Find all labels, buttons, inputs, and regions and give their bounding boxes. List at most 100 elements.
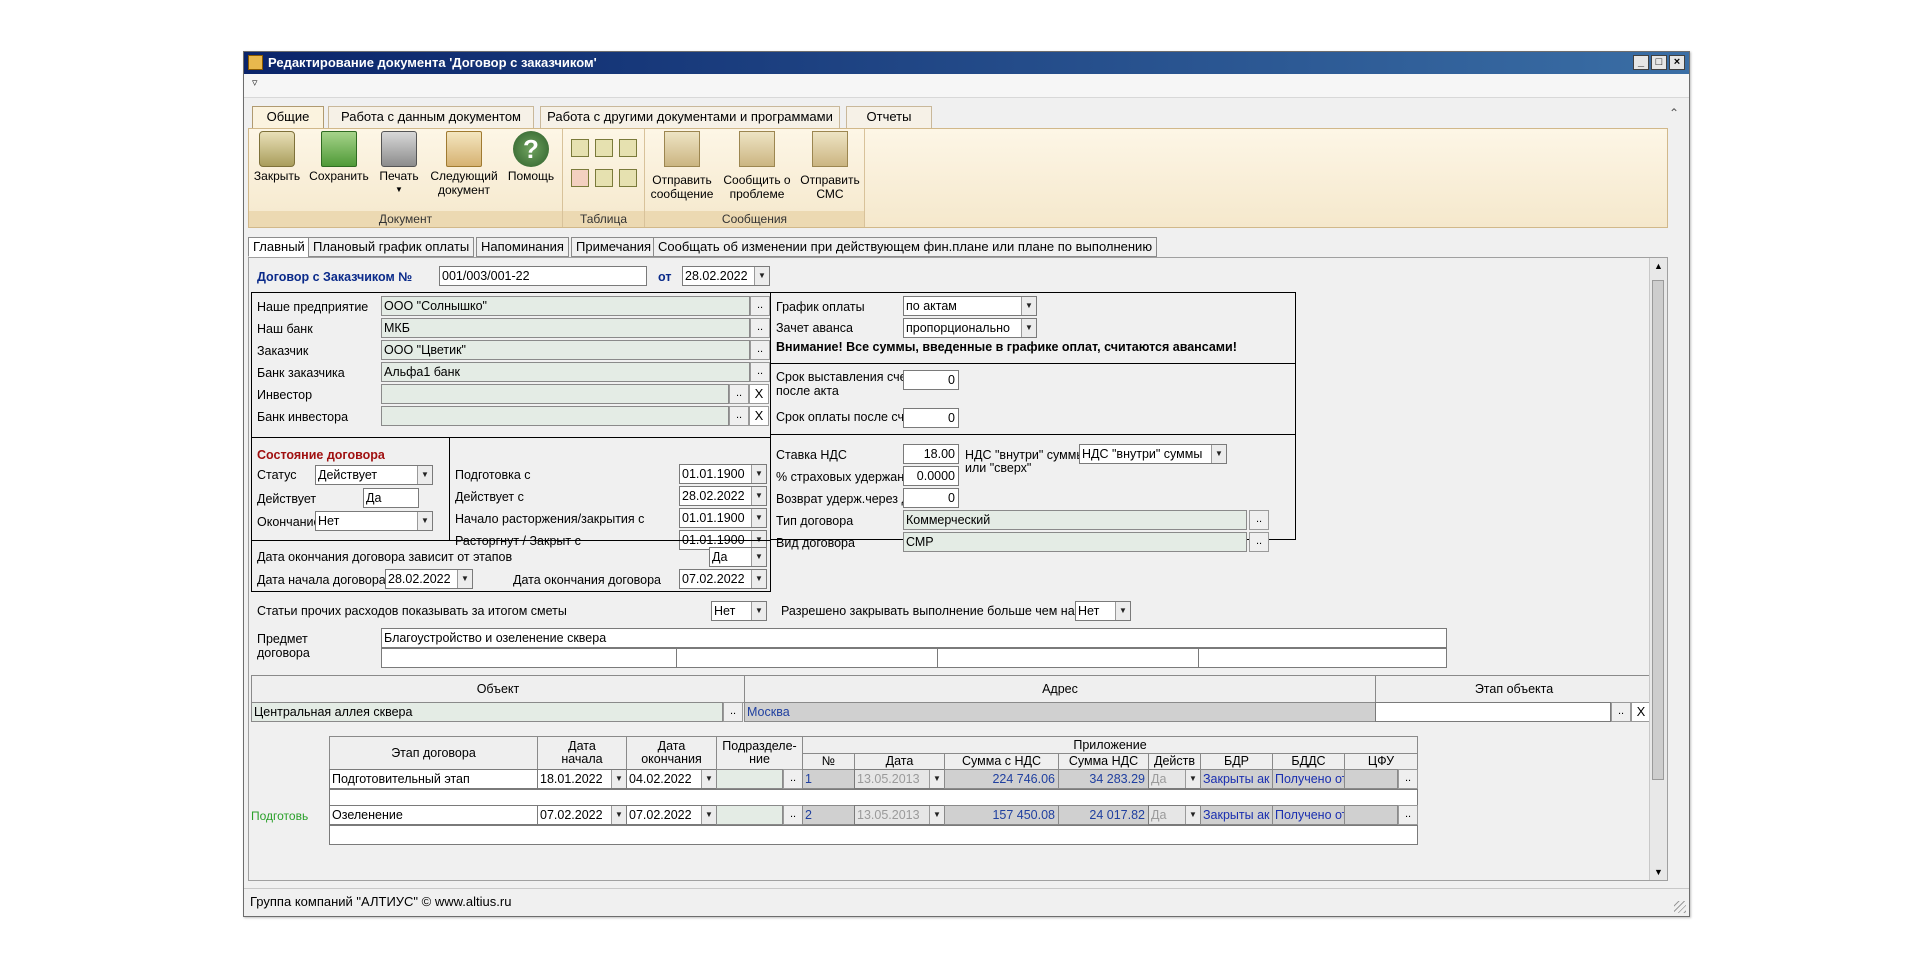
customer-bank-select-button[interactable]: .. (750, 362, 770, 382)
ribbon-tab-reports[interactable]: Отчеты (846, 106, 932, 128)
tab-payment-schedule[interactable]: Плановый график оплаты (308, 237, 475, 257)
object-stage-cell[interactable] (1375, 702, 1611, 722)
vat-inside-select[interactable]: НДС "внутри" суммы ▼ (1079, 444, 1227, 464)
delete-row-icon[interactable] (571, 169, 589, 187)
subject-extra-2[interactable] (676, 648, 938, 668)
ribbon-tab-this-document[interactable]: Работа с данным документом (328, 106, 534, 128)
chevron-down-icon[interactable]: ▼ (1185, 770, 1200, 788)
minimize-button[interactable]: _ (1633, 55, 1649, 70)
insert-row-icon[interactable] (571, 139, 589, 157)
send-message-button[interactable]: Отправить сообщение (647, 131, 717, 201)
contract-number-input[interactable]: 001/003/001-22 (439, 266, 647, 286)
stage-start-date-picker[interactable]: 18.01.2022 ▼ (537, 769, 627, 789)
appendix-cfu-cell[interactable] (1344, 805, 1398, 825)
appendix-vat-cell[interactable]: 34 283.29 (1058, 769, 1149, 789)
chevron-down-icon[interactable]: ▼ (701, 806, 716, 824)
chevron-down-icon[interactable]: ▼ (751, 509, 766, 527)
calculator-icon[interactable] (619, 139, 637, 157)
maximize-button[interactable]: □ (1651, 55, 1667, 70)
appendix-no-cell[interactable]: 1 (802, 769, 855, 789)
chevron-down-icon[interactable]: ▼ (751, 548, 766, 566)
chevron-down-icon[interactable]: ▼ (754, 267, 769, 285)
ribbon-tab-general[interactable]: Общие (252, 106, 324, 129)
appendix-cfu-select-button[interactable]: .. (1398, 805, 1418, 825)
vertical-scrollbar[interactable]: ▲ ▼ (1649, 258, 1667, 880)
subject-extra-4[interactable] (1198, 648, 1447, 668)
contract-kind-select-button[interactable]: .. (1249, 532, 1269, 552)
appendix-bdds-cell[interactable]: Получено от (1272, 769, 1345, 789)
chevron-down-icon[interactable]: ▼ (1185, 806, 1200, 824)
appendix-cfu-select-button[interactable]: .. (1398, 769, 1418, 789)
appendix-bdds-cell[interactable]: Получено от (1272, 805, 1345, 825)
our-company-select-button[interactable]: .. (750, 296, 770, 316)
our-bank-select-button[interactable]: .. (750, 318, 770, 338)
chevron-down-icon[interactable]: ▼ (1021, 319, 1036, 337)
appendix-active-select[interactable]: Да ▼ (1148, 769, 1201, 789)
overclose-select[interactable]: Нет ▼ (1075, 601, 1131, 621)
investor-clear-icon[interactable]: X (749, 384, 769, 404)
table-settings-icon[interactable] (619, 169, 637, 187)
qat-dropdown-icon[interactable]: ▿ (252, 76, 258, 89)
close-window-button[interactable]: × (1669, 55, 1685, 70)
print-button[interactable]: Печать ▼ (375, 131, 423, 197)
chevron-down-icon[interactable]: ▼ (417, 466, 432, 484)
appendix-cfu-cell[interactable] (1344, 769, 1398, 789)
active-field[interactable]: Да (363, 488, 419, 508)
term-start-date-picker[interactable]: 01.01.1900 ▼ (679, 508, 767, 528)
vat-rate-input[interactable]: 18.00 (903, 444, 959, 464)
chevron-down-icon[interactable]: ▼ (929, 770, 944, 788)
chevron-down-icon[interactable]: ▼ (611, 806, 626, 824)
customer-field[interactable]: ООО "Цветик" (381, 340, 750, 360)
depends-select[interactable]: Да ▼ (709, 547, 767, 567)
chevron-down-icon[interactable]: ▼ (457, 570, 472, 588)
move-up-icon[interactable] (595, 169, 613, 187)
chevron-down-icon[interactable]: ▼ (751, 487, 766, 505)
stage-start-date-picker[interactable]: 07.02.2022 ▼ (537, 805, 627, 825)
chevron-down-icon[interactable]: ▼ (751, 602, 766, 620)
address-cell[interactable]: Москва (744, 702, 1376, 722)
object-stage-clear-icon[interactable]: X (1631, 702, 1651, 722)
invoice-term-input[interactable]: 0 (903, 370, 959, 390)
scroll-up-icon[interactable]: ▲ (1650, 258, 1667, 274)
chevron-down-icon[interactable]: ▼ (1211, 445, 1226, 463)
chevron-down-icon[interactable]: ▼ (417, 512, 432, 530)
chevron-down-icon[interactable]: ▼ (701, 770, 716, 788)
chevron-down-icon[interactable]: ▼ (1115, 602, 1130, 620)
appendix-date-picker[interactable]: 13.05.2013 ▼ (854, 769, 945, 789)
expenses-select[interactable]: Нет ▼ (711, 601, 767, 621)
move-row-icon[interactable] (595, 139, 613, 157)
ribbon-collapse-icon[interactable]: ⌃ (1669, 106, 1679, 120)
our-bank-field[interactable]: МКБ (381, 318, 750, 338)
send-sms-button[interactable]: Отправить СМС (797, 131, 863, 201)
stage-subdivision-cell[interactable] (716, 769, 783, 789)
save-button[interactable]: Сохранить (307, 131, 371, 183)
investor-bank-clear-icon[interactable]: X (749, 406, 769, 426)
stage-name-cell[interactable]: Подготовительный этап (329, 769, 538, 789)
payment-schedule-select[interactable]: по актам ▼ (903, 296, 1037, 316)
tab-main[interactable]: Главный (248, 237, 310, 257)
stage-end-date-picker[interactable]: 07.02.2022 ▼ (626, 805, 717, 825)
appendix-sum-cell[interactable]: 224 746.06 (944, 769, 1059, 789)
stage-subdivision-cell[interactable] (716, 805, 783, 825)
tab-reminders[interactable]: Напоминания (476, 237, 569, 257)
close-doc-button[interactable]: Закрыть (251, 131, 303, 183)
contract-date-picker[interactable]: 28.02.2022 ▼ (682, 266, 770, 286)
chevron-down-icon[interactable]: ▼ (611, 770, 626, 788)
tab-notes[interactable]: Примечания (571, 237, 657, 257)
resize-grip-icon[interactable] (1674, 901, 1686, 913)
object-stage-select-button[interactable]: .. (1611, 702, 1631, 722)
customer-bank-field[interactable]: Альфа1 банк (381, 362, 750, 382)
chevron-down-icon[interactable]: ▼ (929, 806, 944, 824)
scroll-down-icon[interactable]: ▼ (1650, 864, 1667, 880)
investor-bank-field[interactable] (381, 406, 729, 426)
stage-subdivision-select-button[interactable]: .. (783, 805, 803, 825)
chevron-down-icon[interactable]: ▼ (1021, 297, 1036, 315)
appendix-no-cell[interactable]: 2 (802, 805, 855, 825)
subject-input[interactable]: Благоустройство и озеленение сквера (381, 628, 1447, 648)
subject-extra-1[interactable] (381, 648, 677, 668)
our-company-field[interactable]: ООО "Солнышко" (381, 296, 750, 316)
appendix-bdr-cell[interactable]: Закрыты ак (1200, 769, 1273, 789)
contract-type-field[interactable]: Коммерческий (903, 510, 1247, 530)
investor-field[interactable] (381, 384, 729, 404)
payment-term-input[interactable]: 0 (903, 408, 959, 428)
